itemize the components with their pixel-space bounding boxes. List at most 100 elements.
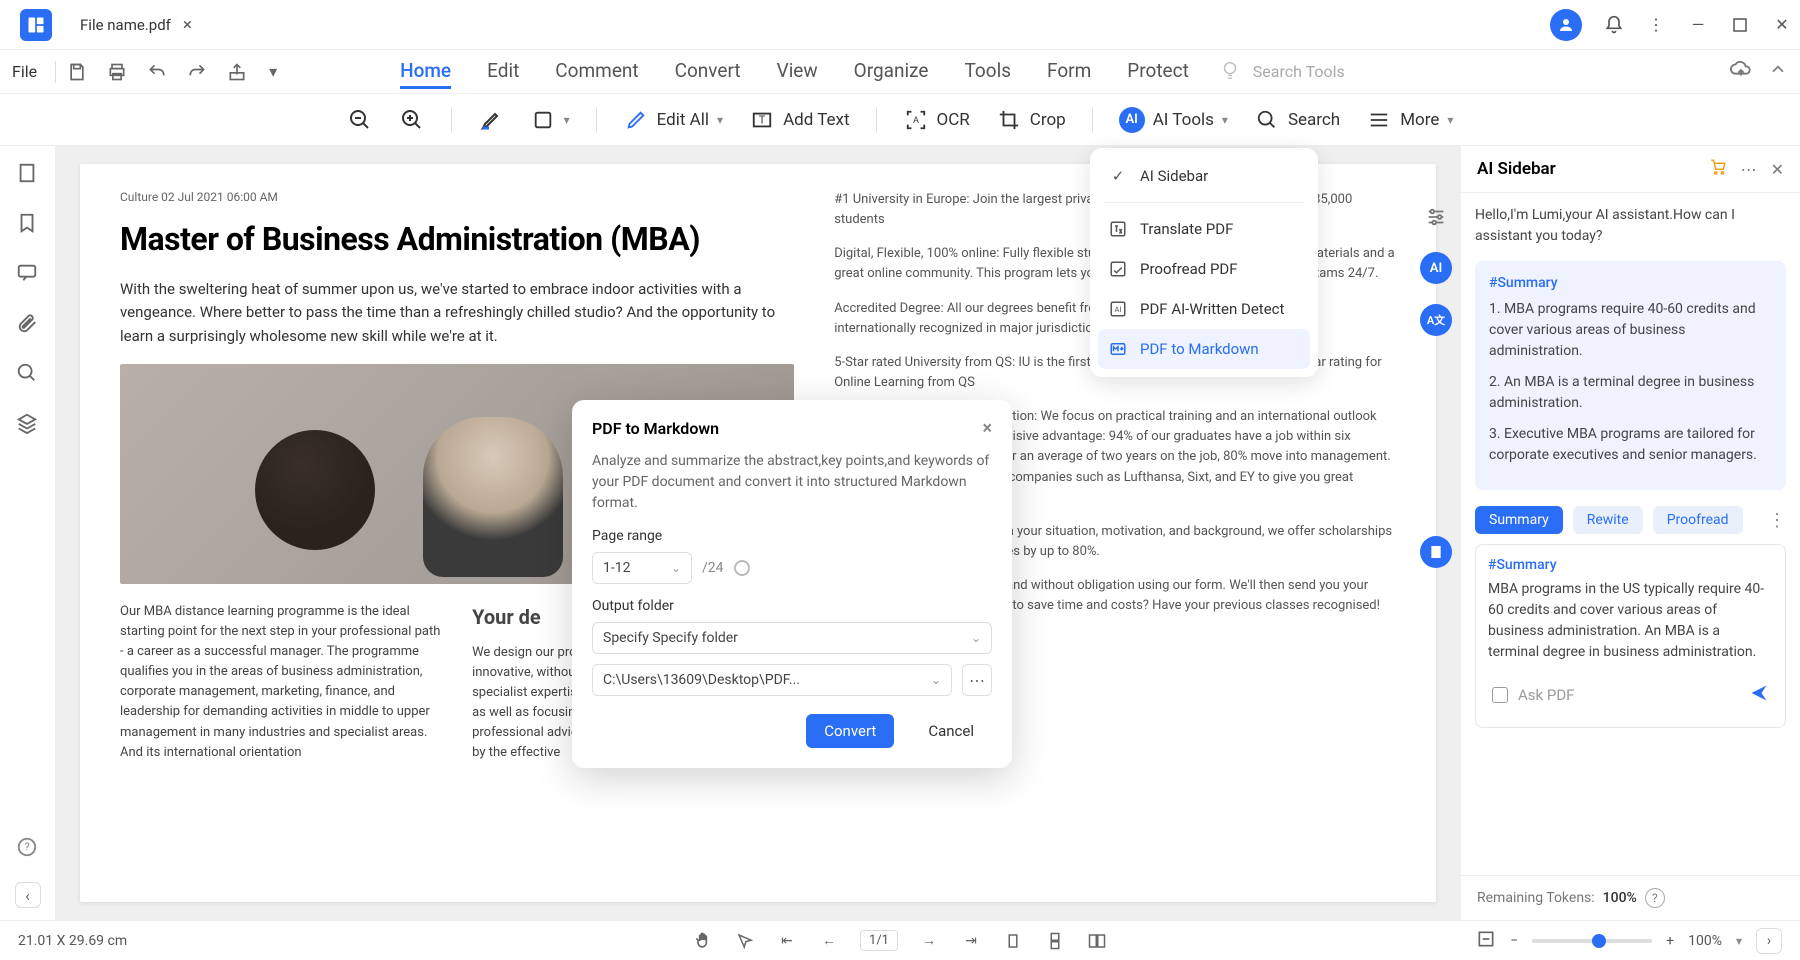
tab-view[interactable]: View [777,55,818,89]
tab-edit[interactable]: Edit [487,55,519,89]
fit-width-icon[interactable] [1476,929,1496,953]
output-path-select[interactable]: C:\Users\13609\Desktop\PDF...⌄ [592,664,952,696]
chip-summary[interactable]: Summary [1475,506,1563,534]
page-indicator[interactable]: 1/1 [860,930,898,951]
tab-protect[interactable]: Protect [1127,55,1189,89]
two-page-icon[interactable] [1086,930,1108,952]
edit-all-button[interactable]: Edit All▾ [623,107,723,133]
send-icon[interactable] [1749,683,1769,707]
select-tool-icon[interactable] [734,930,756,952]
continuous-page-icon[interactable] [1044,930,1066,952]
ai-badge-icon[interactable]: AI [1420,252,1452,284]
zoom-out-icon[interactable]: − [1510,933,1518,949]
collapse-ribbon-icon[interactable] [1768,60,1788,84]
search-rail-icon[interactable] [16,362,40,386]
zoom-out-button[interactable] [347,107,373,133]
attachments-icon[interactable] [16,312,40,336]
tokens-help-icon[interactable]: ? [1645,888,1665,908]
menu-item-label: PDF to Markdown [1140,340,1259,358]
tab-convert[interactable]: Convert [675,55,741,89]
cart-icon[interactable] [1709,158,1727,180]
close-sidebar-icon[interactable]: ✕ [1771,160,1784,179]
menu-detect[interactable]: AI PDF AI-Written Detect [1090,289,1318,329]
undo-icon[interactable] [146,61,168,83]
ocr-button[interactable]: AOCR [903,107,970,133]
zoom-dropdown-icon[interactable]: ▾ [1736,934,1742,948]
ask-checkbox[interactable] [1492,687,1508,703]
zoom-in-button[interactable] [399,107,425,133]
sliders-icon[interactable] [1425,206,1447,232]
crop-button[interactable]: Crop [996,107,1066,133]
collapse-left-icon[interactable]: ‹ [15,882,41,908]
tab-tools[interactable]: Tools [964,55,1011,89]
close-window-icon[interactable]: ✕ [1772,15,1792,35]
chip-more-icon[interactable]: ⋮ [1768,510,1786,531]
save-icon[interactable] [66,61,88,83]
comments-icon[interactable] [16,262,40,286]
page-total: /24 [702,560,724,576]
modal-close-icon[interactable]: × [982,418,992,439]
more-qa-icon[interactable]: ▾ [266,61,280,83]
menu-item-label: PDF AI-Written Detect [1140,300,1284,318]
shape-button[interactable]: ▾ [530,107,570,133]
translate-badge-icon[interactable]: A文 [1420,304,1452,336]
tab-home[interactable]: Home [400,55,451,89]
add-text-button[interactable]: TAdd Text [749,107,849,133]
highlight-button[interactable] [478,107,504,133]
file-menu[interactable]: File [12,62,37,81]
last-page-icon[interactable]: ⇥ [960,930,982,952]
prev-page-icon[interactable]: ← [818,930,840,952]
thumbnails-icon[interactable] [16,162,40,186]
close-tab-icon[interactable]: × [183,15,192,35]
share-icon[interactable] [226,61,248,83]
doc-badge-icon[interactable] [1420,536,1452,568]
single-page-icon[interactable] [1002,930,1024,952]
help-icon[interactable]: ? [16,836,40,860]
cancel-button[interactable]: Cancel [910,714,992,748]
markdown-icon [1108,339,1128,359]
summary-card: #Summary 1. MBA programs require 40-60 c… [1475,261,1786,490]
zoom-in-icon[interactable]: + [1666,933,1674,949]
doc-col1: Our MBA distance learning programme is t… [120,602,442,764]
svg-text:AI: AI [1115,305,1122,314]
app-logo-icon [20,9,52,41]
next-page-icon[interactable]: → [918,930,940,952]
print-icon[interactable] [106,61,128,83]
ai-tools-button[interactable]: AIAI Tools▾ [1119,107,1228,133]
hand-tool-icon[interactable] [692,930,714,952]
output-mode-select[interactable]: Specify Specify folder⌄ [592,622,992,654]
tab-form[interactable]: Form [1047,55,1091,89]
more-horiz-icon[interactable]: ⋯ [1741,160,1757,179]
more-button[interactable]: More▾ [1366,107,1453,133]
file-tab[interactable]: File name.pdf × [64,0,208,49]
tab-organize[interactable]: Organize [854,55,929,89]
menu-translate[interactable]: Translate PDF [1090,209,1318,249]
chip-rewrite[interactable]: Rewite [1573,506,1643,534]
browse-button[interactable]: ⋯ [962,664,992,696]
search-button[interactable]: Search [1254,107,1340,133]
maximize-icon[interactable] [1730,15,1750,35]
user-avatar-icon[interactable] [1550,9,1582,41]
chip-proofread[interactable]: Proofread [1653,506,1743,534]
search-tools-input[interactable]: Search Tools [1253,62,1345,81]
modal-description: Analyze and summarize the abstract,key p… [592,451,992,514]
menu-markdown[interactable]: PDF to Markdown [1098,329,1310,369]
convert-button[interactable]: Convert [806,714,894,748]
page-range-select[interactable]: 1-12⌄ [592,552,692,584]
bookmarks-icon[interactable] [16,212,40,236]
cloud-upload-icon[interactable] [1730,59,1752,85]
kebab-icon[interactable]: ⋮ [1646,15,1666,35]
lightbulb-icon[interactable] [1219,59,1241,85]
redo-icon[interactable] [186,61,208,83]
bell-icon[interactable] [1604,15,1624,35]
detect-icon: AI [1108,299,1128,319]
menu-ai-sidebar[interactable]: ✓AI Sidebar [1090,156,1318,196]
zoom-slider[interactable] [1532,939,1652,943]
tab-comment[interactable]: Comment [555,55,638,89]
menu-proofread[interactable]: Proofread PDF [1090,249,1318,289]
collapse-right-icon[interactable]: › [1756,928,1782,954]
first-page-icon[interactable]: ⇤ [776,930,798,952]
layers-icon[interactable] [16,412,40,436]
minimize-icon[interactable]: — [1688,15,1708,35]
page-range-radio[interactable] [734,560,750,576]
